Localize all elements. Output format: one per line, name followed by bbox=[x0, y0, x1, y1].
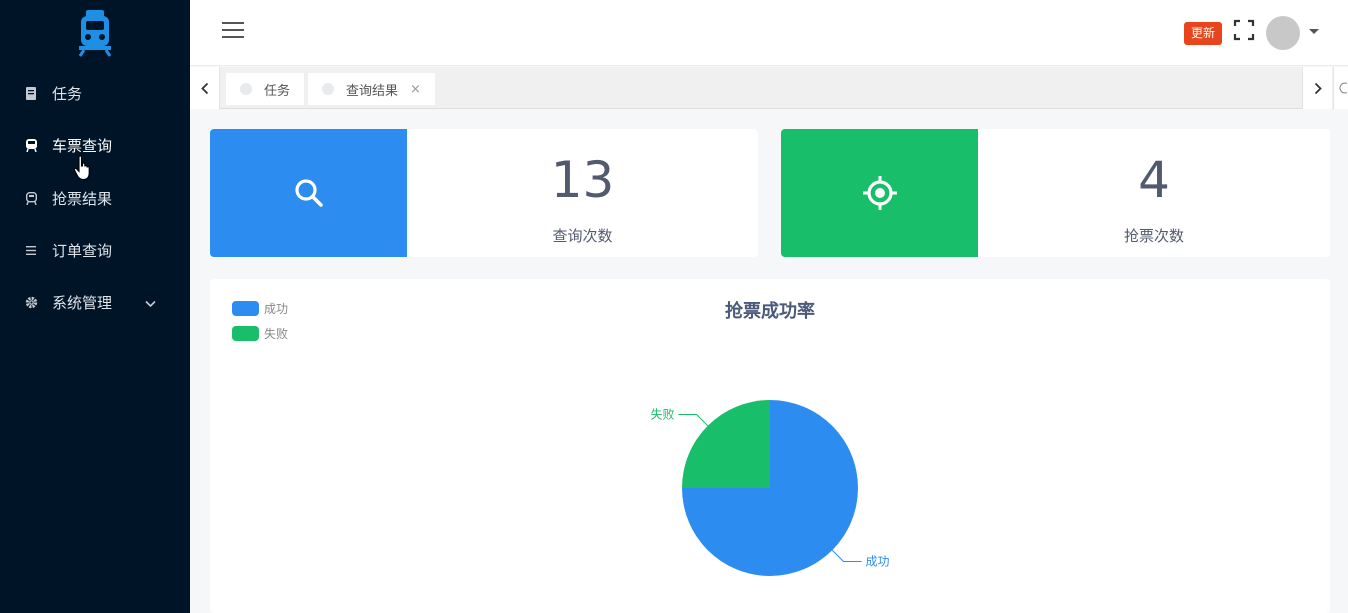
sidebar-item-label: 任务 bbox=[52, 84, 83, 103]
tab-dot bbox=[240, 83, 252, 95]
legend-swatch bbox=[232, 326, 259, 341]
sidebar-item-label: 抢票结果 bbox=[52, 189, 113, 208]
sidebar-item-order-query[interactable]: 订单查询 bbox=[0, 228, 190, 272]
pie-label: 失败 bbox=[650, 406, 674, 421]
sidebar: 任务 车票查询 抢票结果 订单查询 系统管理 bbox=[0, 0, 190, 613]
query-count-card: 13 查询次数 bbox=[210, 129, 758, 257]
tabs-bar: 任务 查询结果 × bbox=[190, 67, 1348, 109]
tab-label: 任务 bbox=[264, 83, 291, 99]
pie-label: 成功 bbox=[866, 555, 890, 569]
menu-toggle-icon[interactable] bbox=[222, 22, 244, 42]
chevron-right-icon bbox=[1314, 82, 1322, 94]
train-logo-icon bbox=[78, 10, 112, 57]
train-outline-icon bbox=[24, 191, 38, 205]
legend-item-fail[interactable]: 失败 bbox=[232, 325, 288, 342]
update-button[interactable]: 更新 bbox=[1184, 22, 1223, 45]
chart-title: 抢票成功率 bbox=[725, 301, 815, 322]
train-icon bbox=[24, 138, 38, 152]
close-icon[interactable]: × bbox=[410, 82, 421, 97]
tab-dot bbox=[322, 83, 334, 95]
pie-slice-success[interactable] bbox=[682, 400, 858, 576]
sidebar-item-task[interactable]: 任务 bbox=[0, 71, 190, 115]
query-count-value: 13 bbox=[550, 151, 615, 209]
pie-label-line bbox=[678, 413, 709, 427]
query-count-icon-box bbox=[210, 129, 407, 257]
grab-count-icon-box bbox=[781, 129, 978, 257]
tab-label: 查询结果 bbox=[346, 83, 399, 99]
pie-chart: 成功 失败 bbox=[650, 400, 890, 576]
tab-task[interactable]: 任务 bbox=[226, 73, 305, 105]
sidebar-item-system-management[interactable]: 系统管理 bbox=[0, 280, 190, 324]
success-rate-chart-panel: 成功 失败 抢票成功率 成功 失败 bbox=[210, 279, 1330, 613]
legend-label: 失败 bbox=[264, 327, 289, 341]
target-icon bbox=[862, 176, 897, 210]
gear-icon bbox=[24, 295, 38, 309]
document-icon bbox=[24, 86, 38, 100]
pie-label-line bbox=[831, 549, 862, 563]
hand-cursor-icon bbox=[73, 155, 90, 181]
pie-slice-fail[interactable] bbox=[682, 400, 770, 488]
sidebar-item-label: 订单查询 bbox=[52, 241, 113, 260]
grab-count-value: 4 bbox=[1138, 151, 1170, 209]
fullscreen-icon[interactable] bbox=[1233, 19, 1255, 41]
sidebar-item-label: 系统管理 bbox=[52, 293, 113, 312]
sidebar-item-label: 车票查询 bbox=[52, 136, 113, 155]
sidebar-item-ticket-query[interactable]: 车票查询 bbox=[0, 123, 190, 167]
list-icon bbox=[24, 243, 38, 257]
close-circle-icon bbox=[1339, 82, 1347, 94]
chevron-left-icon bbox=[200, 82, 208, 94]
grab-count-card: 4 抢票次数 bbox=[781, 129, 1330, 257]
query-count-label: 查询次数 bbox=[552, 227, 613, 245]
sidebar-item-grab-result[interactable]: 抢票结果 bbox=[0, 176, 190, 220]
tabs-close-menu-button[interactable] bbox=[1333, 67, 1348, 109]
caret-down-icon[interactable] bbox=[1309, 29, 1319, 34]
tab-query-result[interactable]: 查询结果 × bbox=[308, 73, 435, 105]
grab-count-label: 抢票次数 bbox=[1123, 227, 1184, 245]
chevron-down-icon[interactable] bbox=[145, 294, 156, 312]
top-header: 更新 bbox=[190, 0, 1348, 66]
avatar[interactable] bbox=[1266, 16, 1300, 50]
search-icon bbox=[294, 179, 323, 207]
tabs-scroll-left-button[interactable] bbox=[190, 67, 220, 109]
tabs-scroll-right-button[interactable] bbox=[1302, 67, 1332, 109]
